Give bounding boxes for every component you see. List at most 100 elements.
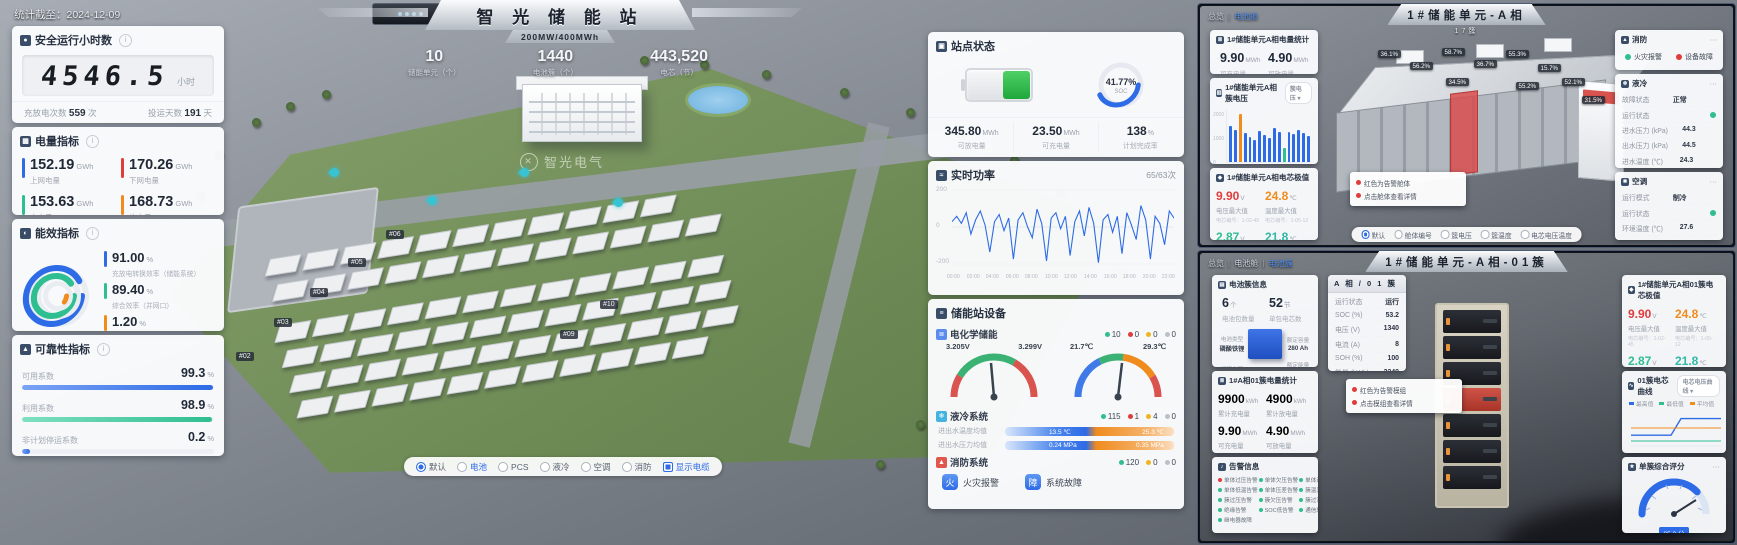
battery-module[interactable] [1443, 466, 1501, 489]
legend-item[interactable]: 最低值 [1659, 399, 1683, 408]
cluster-bar[interactable] [1268, 138, 1271, 162]
container-block[interactable] [702, 305, 739, 328]
legend-item[interactable]: 平均值 [1690, 399, 1714, 408]
info-icon[interactable]: i [119, 34, 132, 47]
battery-module[interactable] [1443, 414, 1501, 437]
container-block[interactable] [296, 396, 333, 419]
control-building[interactable] [522, 84, 642, 142]
view-filter[interactable]: 显示电缆 [663, 461, 710, 473]
container-block[interactable] [319, 339, 356, 362]
container-block[interactable] [647, 219, 684, 242]
metric-dropdown[interactable]: 簇电压 ▾ [1285, 82, 1312, 104]
container-block[interactable] [537, 278, 574, 301]
more-button[interactable]: ⋯ [1710, 35, 1718, 44]
container-block[interactable] [672, 336, 709, 359]
container-block[interactable] [499, 284, 536, 307]
breadcrumb-item[interactable]: 电池舱 [1228, 11, 1258, 22]
view-filter[interactable]: 空调 [581, 461, 611, 473]
container-block[interactable] [347, 267, 384, 290]
info-icon[interactable]: i [86, 227, 99, 240]
view-toggle[interactable]: 舱体编号 [1394, 230, 1432, 240]
container-block[interactable] [657, 286, 694, 309]
battery-module[interactable] [1443, 336, 1501, 359]
container-block[interactable] [312, 314, 349, 337]
container-block[interactable] [394, 327, 431, 350]
breadcrumb-item[interactable]: 总览 [1208, 11, 1224, 22]
container-block[interactable] [514, 335, 551, 358]
container-block[interactable] [459, 249, 496, 272]
cluster-bar[interactable] [1283, 148, 1286, 162]
container-block[interactable] [650, 261, 687, 284]
cluster-bar[interactable] [1288, 132, 1291, 162]
container-block[interactable] [664, 311, 701, 334]
cluster-bar[interactable] [1244, 133, 1247, 162]
container-block[interactable] [422, 255, 459, 278]
container-block[interactable] [544, 304, 581, 327]
power-line-chart[interactable] [952, 186, 1174, 268]
battery-module[interactable] [1443, 310, 1501, 333]
container-block[interactable] [439, 347, 476, 370]
container-block[interactable] [446, 372, 483, 395]
cluster-bar[interactable] [1234, 130, 1237, 162]
curve-dropdown[interactable]: 电芯电压曲线 ▾ [1677, 375, 1720, 397]
cluster-bar[interactable] [1307, 136, 1310, 162]
view-filter[interactable]: 液冷 [540, 461, 570, 473]
container-block[interactable] [589, 323, 626, 346]
cluster-bar[interactable] [1297, 130, 1300, 162]
container-block[interactable] [349, 308, 386, 331]
container-block[interactable] [535, 237, 572, 260]
container-block[interactable] [634, 342, 671, 365]
container-block[interactable] [497, 243, 534, 266]
container-block[interactable] [387, 302, 424, 325]
battery-module[interactable] [1443, 440, 1501, 463]
cluster-bar[interactable] [1239, 114, 1242, 162]
container-block[interactable] [694, 280, 731, 303]
container-block[interactable] [610, 225, 647, 248]
more-button[interactable]: ⋯ [1710, 79, 1718, 88]
more-button[interactable]: ⋯ [1713, 462, 1721, 471]
cluster-bar[interactable] [1263, 135, 1266, 162]
container-block[interactable] [462, 290, 499, 313]
info-icon[interactable]: i [97, 343, 110, 356]
view-filter[interactable]: 电池 [457, 461, 487, 473]
container-block[interactable] [424, 296, 461, 319]
view-filter[interactable]: 默认 [416, 461, 446, 473]
cluster-bar[interactable] [1273, 128, 1276, 162]
container-block[interactable] [432, 321, 469, 344]
container-block[interactable] [521, 360, 558, 383]
container-block[interactable] [484, 366, 521, 389]
info-icon[interactable]: i [86, 135, 99, 148]
view-toggle[interactable]: 默认 [1361, 230, 1385, 240]
view-toggle[interactable]: 簇温度 [1481, 230, 1512, 240]
container-block[interactable] [559, 354, 596, 377]
view-toggle[interactable]: 簇电压 [1441, 230, 1472, 240]
container-block[interactable] [597, 348, 634, 371]
container-block[interactable] [575, 272, 612, 295]
container-block[interactable] [364, 358, 401, 381]
cluster-bar[interactable] [1229, 126, 1232, 162]
view-filter[interactable]: PCS [498, 462, 528, 472]
view-toggle[interactable]: 电芯电压温度 [1521, 230, 1572, 240]
more-button[interactable]: ⋯ [1710, 177, 1718, 186]
container-block[interactable] [687, 255, 724, 278]
container-block[interactable] [384, 261, 421, 284]
cluster-bar[interactable] [1302, 133, 1305, 162]
container-block[interactable] [272, 279, 309, 302]
breadcrumb-item[interactable]: 电池簇 [1262, 258, 1292, 269]
container-block[interactable] [334, 390, 371, 413]
container-block[interactable] [477, 341, 514, 364]
container-block[interactable] [326, 364, 363, 387]
breadcrumb-item[interactable]: 电池舱 [1228, 258, 1258, 269]
container-block[interactable] [572, 231, 609, 254]
alarm-cabinet-highlight[interactable] [1450, 90, 1478, 175]
container-block[interactable] [282, 345, 319, 368]
cluster-bar[interactable] [1278, 132, 1281, 162]
container-block[interactable] [627, 317, 664, 340]
container-block[interactable] [612, 267, 649, 290]
container-block[interactable] [507, 310, 544, 333]
container-block[interactable] [402, 353, 439, 376]
container-block[interactable] [371, 384, 408, 407]
container-block[interactable] [357, 333, 394, 356]
container-block[interactable] [619, 292, 656, 315]
cell-line-chart[interactable] [1631, 410, 1721, 448]
